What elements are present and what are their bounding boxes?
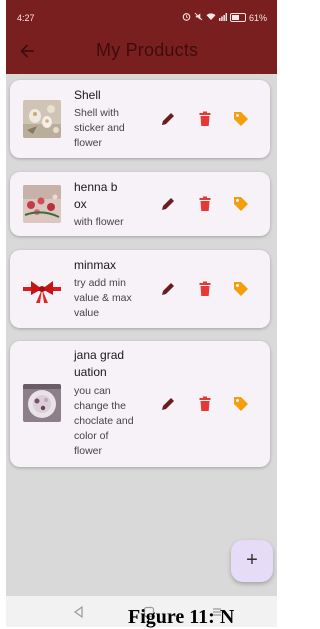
graduation-plate-product-image [23, 384, 61, 422]
product-card[interactable]: henna box with flower [10, 172, 270, 236]
trash-icon[interactable] [196, 280, 214, 298]
arrow-left-icon[interactable] [18, 42, 36, 60]
red-ribbon-product-image [23, 270, 61, 308]
product-card[interactable]: jana grad uation you can change the choc… [10, 341, 270, 467]
trash-icon[interactable] [196, 395, 214, 413]
henna-box-product-image [23, 185, 61, 223]
product-description: try add min value & max value [74, 277, 132, 319]
add-product-button[interactable]: + [231, 540, 273, 582]
product-card[interactable]: minmax try add min value & max value [10, 250, 270, 328]
back-triangle-icon[interactable] [72, 605, 86, 619]
page-title: My Products [96, 40, 199, 60]
status-icons: 61% [182, 12, 267, 23]
plus-icon: + [246, 549, 258, 571]
product-title: minmax [74, 258, 117, 272]
tag-icon[interactable] [232, 195, 250, 213]
pencil-icon[interactable] [159, 195, 177, 213]
app-bar: 4:27 61% My Products [6, 0, 277, 74]
alarm-icon [182, 12, 191, 23]
figure-caption: Figure 11: N [128, 606, 235, 628]
tag-icon[interactable] [232, 110, 250, 128]
product-title: jana grad uation [74, 348, 125, 379]
product-description: Shell with sticker and flower [74, 107, 125, 149]
product-card[interactable]: Shell Shell with sticker and flower [10, 80, 270, 158]
battery-icon [229, 13, 246, 22]
phone-screen: 4:27 61% My Products Shell Shell with st… [6, 0, 277, 627]
pencil-icon[interactable] [159, 395, 177, 413]
pencil-icon[interactable] [159, 110, 177, 128]
battery-percent: 61% [248, 12, 267, 23]
mute-icon [194, 12, 203, 23]
trash-icon[interactable] [196, 110, 214, 128]
wifi-icon [206, 12, 216, 23]
signal-icon [218, 12, 227, 23]
status-time: 4:27 [17, 13, 35, 23]
tag-icon[interactable] [232, 395, 250, 413]
pencil-icon[interactable] [159, 280, 177, 298]
product-title: Shell [74, 88, 101, 102]
tag-icon[interactable] [232, 280, 250, 298]
shell-product-image [23, 100, 61, 138]
product-description: with flower [74, 216, 124, 228]
product-description: you can change the choclate and color of… [74, 385, 134, 457]
product-title: henna box [74, 180, 118, 211]
status-bar: 4:27 61% [6, 0, 277, 24]
trash-icon[interactable] [196, 195, 214, 213]
